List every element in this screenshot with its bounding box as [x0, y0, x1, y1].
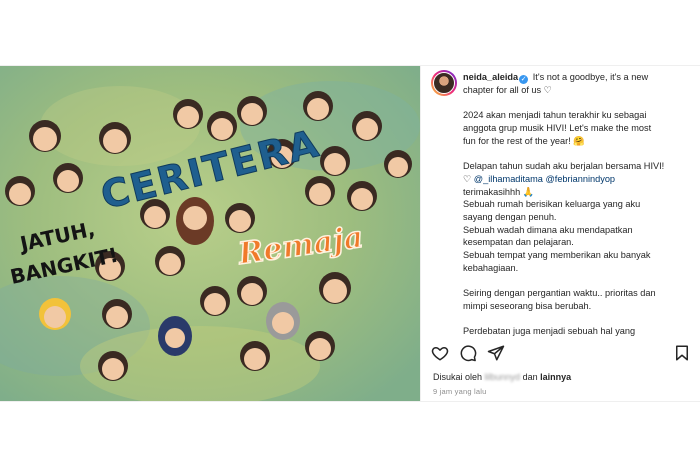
face [303, 91, 333, 121]
post-sidebar: neida_aleida ✓ It's not a goodbye, it's a… [420, 66, 700, 401]
caption-line: chapter for all of us ♡ [463, 85, 552, 95]
face [99, 122, 131, 154]
face [29, 120, 61, 152]
caption-line: kesempatan dan pelajaran. [463, 237, 574, 248]
verified-badge-icon: ✓ [519, 75, 529, 84]
face [352, 111, 382, 141]
face [39, 298, 71, 330]
heart-icon[interactable] [431, 344, 449, 362]
face [237, 96, 267, 126]
caption-line: anggota grup musik HIVI! Let's make the … [463, 123, 652, 134]
face [225, 203, 255, 233]
face [266, 302, 300, 340]
face [158, 316, 192, 356]
caption-line: Delapan tahun sudah aku berjalan bersama… [463, 161, 665, 172]
face [384, 150, 412, 178]
caption: neida_aleida ✓ It's not a goodbye, it's a… [463, 71, 695, 338]
mention-prefix: ♡ [463, 173, 474, 184]
share-icon[interactable] [487, 344, 505, 362]
likes-middle: dan [520, 372, 541, 382]
caption-line: It's not a goodbye, it's a new [532, 72, 649, 82]
post-image[interactable]: CERITERA Remaja JATUH, BANGKIT! [0, 66, 420, 401]
caption-line: terimakasihhh 🙏 [463, 186, 535, 197]
bookmark-icon[interactable] [673, 344, 691, 362]
comment-icon[interactable] [459, 344, 477, 362]
face [98, 351, 128, 381]
face [237, 276, 267, 306]
face [53, 163, 83, 193]
action-bar [421, 344, 700, 366]
instagram-post: CERITERA Remaja JATUH, BANGKIT! neida_al… [0, 65, 700, 402]
face [173, 99, 203, 129]
face [155, 246, 185, 276]
face [176, 197, 214, 245]
caption-line: kebahagiaan. [463, 262, 519, 273]
illustration: CERITERA Remaja JATUH, BANGKIT! [0, 66, 420, 401]
caption-area: neida_aleida ✓ It's not a goodbye, it's a… [421, 66, 700, 356]
face [200, 286, 230, 316]
username-link[interactable]: neida_aleida [463, 72, 518, 82]
face [5, 176, 35, 206]
mention-link[interactable]: @febriannindyop [545, 174, 615, 184]
face [102, 299, 132, 329]
face [240, 341, 270, 371]
face [305, 331, 335, 361]
likes-summary[interactable]: Disukai oleh lilbunnyd dan lainnya [433, 372, 571, 382]
avatar[interactable] [431, 70, 457, 96]
caption-line: Sebuah tempat yang memberikan aku banyak [463, 250, 651, 261]
face [305, 176, 335, 206]
face [320, 146, 350, 176]
caption-line: Sebuah wadah dimana aku mendapatkan [463, 224, 633, 235]
caption-line: mimpi seseorang bisa berubah. [463, 300, 592, 311]
face [319, 272, 351, 304]
caption-line: Seiring dengan pergantian waktu.. priori… [463, 288, 656, 299]
likes-others[interactable]: lainnya [540, 372, 571, 382]
face [347, 181, 377, 211]
caption-line: 2024 akan menjadi tahun terakhir ku seba… [463, 110, 647, 121]
caption-line: Sebuah rumah berisikan keluarga yang aku [463, 199, 641, 210]
post-timestamp[interactable]: 9 jam yang lalu [433, 387, 486, 396]
caption-line: Perdebatan juga menjadi sebuah hal yang [463, 326, 636, 337]
caption-line: sayang dengan penuh. [463, 212, 557, 222]
face [207, 111, 237, 141]
likes-user[interactable]: lilbunnyd [485, 372, 521, 382]
mention-link[interactable]: @_ilhamaditama [474, 174, 543, 184]
caption-line: fun for the rest of the year! 🤗 [463, 135, 585, 146]
likes-prefix: Disukai oleh [433, 372, 485, 382]
